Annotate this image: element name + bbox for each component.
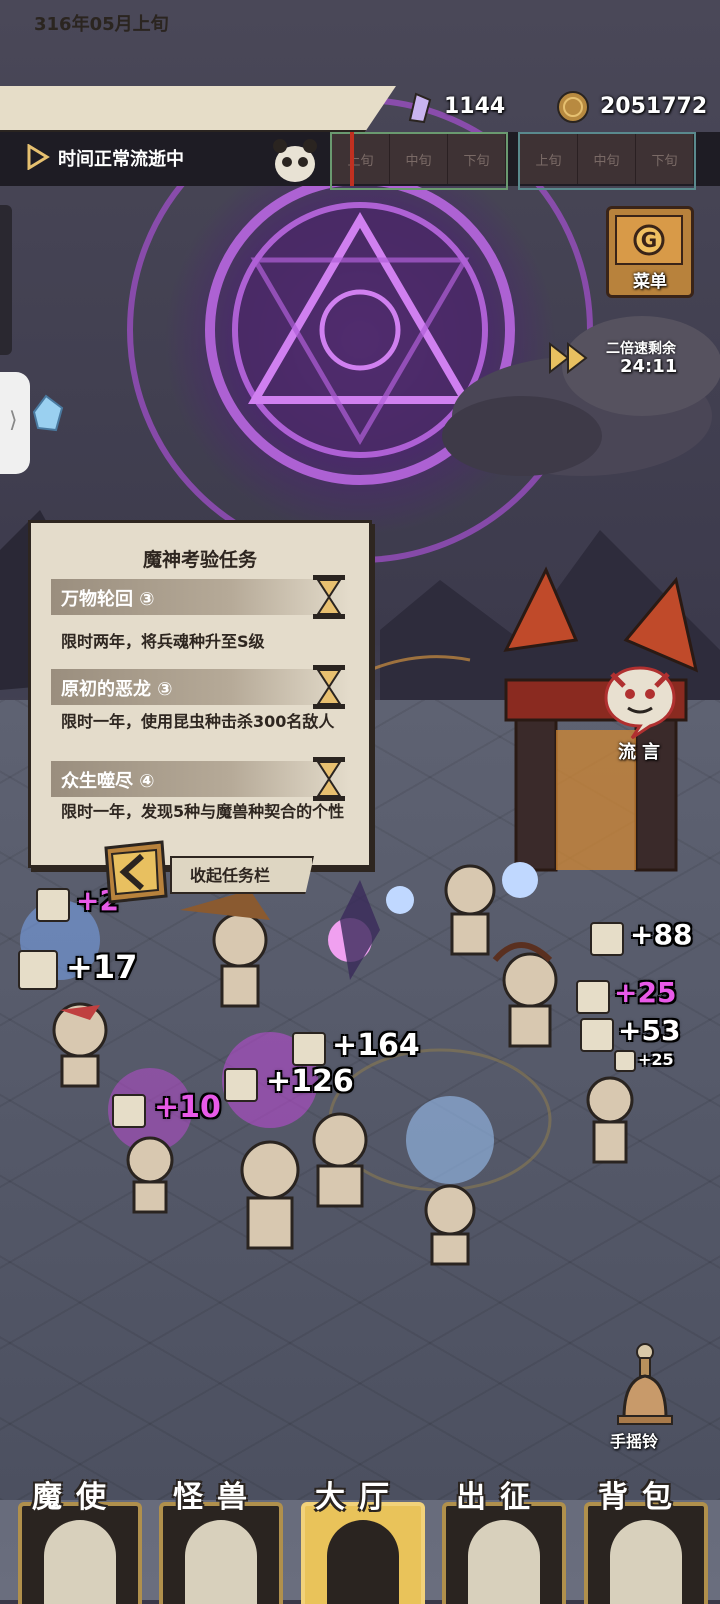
speed-timer: 24:11 [620, 356, 678, 377]
monster-icon [185, 1520, 257, 1604]
nav-label: 大厅 [315, 1480, 403, 1515]
timeline-cell: 上旬 [332, 134, 390, 184]
play-icon[interactable] [26, 144, 50, 170]
rumor-label: 流言 [618, 742, 666, 763]
nav-frame [442, 1502, 566, 1604]
nav-tab-backpack[interactable]: 背包 [574, 1470, 710, 1604]
time-status: 时间正常流逝中 [58, 149, 184, 170]
storm-cloud [442, 316, 720, 476]
gear-icon [576, 980, 610, 1014]
timeline-cell: 中旬 [390, 134, 448, 184]
nav-label: 背包 [598, 1480, 686, 1515]
chevron-right-icon: ⟩ [9, 408, 18, 433]
bottom-nav: 魔使 怪兽 大厅 出征 背包 [0, 1470, 720, 1604]
hourglass-icon [313, 575, 345, 619]
nav-tab-expedition[interactable]: 出征 [432, 1470, 568, 1604]
float-number: +10 [154, 1090, 221, 1125]
panda-mascot-icon [273, 139, 317, 182]
gear-icon [580, 1018, 614, 1052]
quest-name: 万物轮回 ③ [61, 589, 155, 610]
current-date: 316年05月上旬 [34, 14, 169, 35]
skull-icon [44, 1520, 116, 1604]
date-bar [0, 86, 396, 133]
nav-frame [584, 1502, 708, 1604]
gear-icon [590, 922, 624, 956]
quest-panel-title: 魔神考验任务 [142, 549, 257, 571]
side-panel-handle[interactable]: ⟩ [0, 372, 30, 474]
float-number: +126 [266, 1064, 354, 1099]
coin-count: 2051772 [600, 94, 708, 119]
nav-frame-active [301, 1502, 425, 1604]
ice-crystal-icon [32, 394, 64, 432]
menu-button[interactable]: G 菜单 [606, 206, 694, 298]
nav-frame [18, 1502, 142, 1604]
gear-icon [614, 1050, 636, 1072]
timeline-cell: 中旬 [578, 134, 636, 184]
float-number: +17 [66, 948, 138, 986]
quest-panel: 魔神考验任务 万物轮回 ③ 限时两年，将兵魂种升至S级 原初的恶龙 ③ 限时一年… [28, 520, 372, 868]
collapse-quest-label[interactable]: 收起任务栏 [190, 862, 270, 886]
float-number: +53 [618, 1014, 681, 1047]
crystal-icon [408, 92, 432, 124]
quest-name: 众生噬尽 ④ [61, 771, 155, 792]
hourglass-icon [313, 665, 345, 709]
hall-icon [327, 1520, 399, 1604]
quest-desc: 限时一年，使用昆虫种击杀300名敌人 [61, 712, 335, 731]
quest-item[interactable]: 原初的恶龙 ③ [51, 665, 351, 709]
timeline-marker [350, 132, 354, 186]
speed-label: 二倍速剩余 [606, 341, 676, 357]
quest-item[interactable]: 万物轮回 ③ [51, 575, 351, 619]
rumor-demon-icon[interactable] [598, 660, 682, 740]
quest-item[interactable]: 众生噬尽 ④ [51, 757, 351, 801]
float-number: +88 [630, 918, 693, 951]
nav-tab-monster[interactable]: 怪兽 [149, 1470, 285, 1604]
quest-desc: 限时两年，将兵魂种升至S级 [61, 632, 265, 651]
menu-label: 菜单 [633, 272, 667, 292]
gear-icon [18, 950, 58, 990]
backpack-icon [610, 1520, 682, 1604]
quest-desc: 限时一年，发现5种与魔兽种契合的个性 [61, 802, 345, 821]
timeline-cell: 下旬 [636, 134, 694, 184]
collapse-quest-button[interactable] [100, 840, 170, 904]
nav-tab-hall[interactable]: 大厅 [291, 1470, 427, 1604]
float-number: +164 [332, 1028, 420, 1063]
float-number: +25 [614, 976, 677, 1009]
nav-label: 出征 [456, 1480, 544, 1515]
soldier-icon [292, 1032, 326, 1066]
soldier-icon [36, 888, 70, 922]
double-speed-icon[interactable] [548, 340, 594, 376]
nav-label: 魔使 [32, 1480, 120, 1515]
float-number: +25 [638, 1050, 674, 1069]
nav-frame [159, 1502, 283, 1604]
timeline-cell: 下旬 [448, 134, 506, 184]
left-edge-tab[interactable] [0, 205, 12, 355]
timeline-cell: 上旬 [520, 134, 578, 184]
fist-icon [224, 1068, 258, 1102]
bell-label: 手摇铃 [610, 1432, 659, 1451]
quest-name: 原初的恶龙 ③ [61, 679, 173, 700]
timeline-group-1: 上旬 中旬 下旬 [330, 132, 508, 190]
expedition-icon [468, 1520, 540, 1604]
hourglass-icon [313, 757, 345, 801]
timeline-group-2: 上旬 中旬 下旬 [518, 132, 696, 190]
coin-icon [557, 91, 589, 123]
svg-text:G: G [641, 228, 657, 252]
menu-icon: G [615, 215, 683, 265]
hand-bell-icon[interactable] [602, 1340, 688, 1436]
soldier-icon [112, 1094, 146, 1128]
crystal-count: 1144 [444, 94, 506, 119]
nav-label: 怪兽 [173, 1480, 261, 1515]
nav-tab-envoy[interactable]: 魔使 [8, 1470, 144, 1604]
